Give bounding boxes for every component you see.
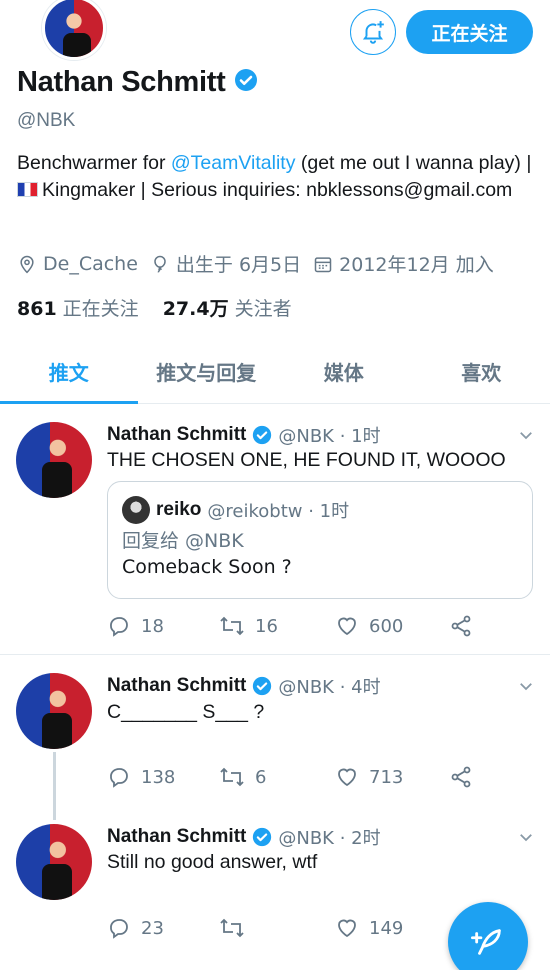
reply-count: 18: [141, 615, 164, 637]
notifications-button[interactable]: [350, 9, 396, 55]
retweet-button[interactable]: [219, 916, 255, 940]
tweet-header: Nathan Schmitt @NBK · 2时: [107, 824, 381, 850]
profile-stats: 861 正在关注 27.4万 关注者: [17, 294, 316, 321]
tweet-item[interactable]: Nathan Schmitt @NBK · 4时 C_______ S___ ?…: [0, 655, 550, 805]
like-count: 713: [369, 766, 404, 788]
tweet-handle-time: @NBK · 1时: [278, 426, 381, 447]
quoted-tweet[interactable]: reiko @reikobtw · 1时 回复给 @NBK Comeback S…: [107, 481, 533, 599]
tweet-text: THE CHOSEN ONE, HE FOUND IT, WOOOO: [107, 449, 506, 471]
verified-badge-icon: [252, 676, 272, 696]
reply-icon: [110, 617, 128, 637]
quote-handle-time: @reikobtw · 1时: [207, 501, 350, 522]
compose-icon: [471, 929, 501, 955]
reply-count: 138: [141, 766, 176, 788]
bio-prefix: Benchwarmer for: [17, 152, 171, 174]
tweet-actions: 138 6 713: [107, 765, 527, 795]
share-icon: [451, 766, 471, 788]
retweet-button[interactable]: 16: [219, 614, 278, 638]
profile-handle: @NBK: [17, 110, 76, 131]
tab-likes[interactable]: 喜欢: [413, 340, 550, 403]
share-icon: [451, 615, 471, 637]
profile-name: Nathan Schmitt: [17, 66, 226, 98]
tweet-header: Nathan Schmitt @NBK · 4时: [107, 673, 381, 699]
reply-button[interactable]: 138: [107, 765, 175, 789]
tweet-author-name: Nathan Schmitt: [107, 675, 247, 696]
reply-icon: [110, 919, 128, 939]
tab-media[interactable]: 媒体: [275, 340, 413, 403]
tab-tweets[interactable]: 推文: [0, 340, 138, 404]
reply-button[interactable]: 18: [107, 614, 164, 638]
quote-avatar: [122, 496, 150, 524]
birthday-item: 出生于 6月5日: [150, 250, 301, 277]
like-icon: [338, 919, 356, 938]
location-item: De_Cache: [17, 253, 138, 275]
like-button[interactable]: 149: [335, 916, 403, 940]
chevron-down-icon[interactable]: [517, 828, 535, 846]
like-count: 600: [369, 615, 404, 637]
following-button[interactable]: 正在关注: [406, 10, 533, 54]
share-button[interactable]: [449, 765, 483, 789]
followers-count: 27.4万: [162, 298, 229, 320]
bio-suffix: Kingmaker | Serious inquiries: nbklesson…: [42, 179, 513, 201]
retweet-icon: [220, 616, 244, 636]
following-stat[interactable]: 861 正在关注: [17, 294, 139, 321]
retweet-icon: [220, 918, 244, 938]
joined-text: 2012年12月 加入: [339, 254, 494, 276]
joined-item: 2012年12月 加入: [313, 250, 494, 277]
verified-badge-icon: [234, 68, 258, 97]
tweet-actions: 18 16 600: [107, 614, 527, 644]
tweet-handle-time: @NBK · 4时: [278, 677, 381, 698]
tweet-author-name: Nathan Schmitt: [107, 826, 247, 847]
profile-meta: De_Cache 出生于 6月5日 2012年12月 加入: [17, 250, 506, 277]
tweet-author-name: Nathan Schmitt: [107, 424, 247, 445]
profile-tabs: 推文 推文与回复 媒体 喜欢: [0, 340, 550, 404]
profile-avatar[interactable]: [42, 0, 106, 60]
balloon-icon: [154, 255, 166, 272]
retweet-count: 16: [255, 615, 278, 637]
like-icon: [338, 768, 356, 787]
share-button[interactable]: [449, 614, 483, 638]
location-text: De_Cache: [43, 252, 138, 275]
following-label: 正在关注: [62, 298, 139, 320]
tab-tweets-replies[interactable]: 推文与回复: [138, 340, 276, 403]
like-count: 149: [369, 917, 404, 939]
profile-name-row: Nathan Schmitt: [17, 66, 258, 99]
calendar-icon: [314, 256, 332, 272]
retweet-count: 6: [255, 766, 267, 788]
quote-header: reiko @reikobtw · 1时: [122, 496, 349, 524]
birthday-text: 出生于 6月5日: [175, 254, 302, 276]
like-icon: [338, 617, 356, 636]
retweet-icon: [220, 767, 244, 787]
followers-label: 关注者: [234, 298, 292, 320]
profile-bio: Benchwarmer for @TeamVitality (get me ou…: [17, 150, 537, 204]
tweet-item[interactable]: Nathan Schmitt @NBK · 1时 THE CHOSEN ONE,…: [0, 404, 550, 654]
chevron-down-icon[interactable]: [517, 677, 535, 695]
bio-team-link[interactable]: @TeamVitality: [171, 152, 296, 174]
following-count: 861: [17, 298, 57, 320]
retweet-button[interactable]: 6: [219, 765, 266, 789]
tweet-avatar[interactable]: [16, 673, 92, 749]
bell-plus-icon: [362, 21, 384, 44]
like-button[interactable]: 713: [335, 765, 403, 789]
followers-stat[interactable]: 27.4万 关注者: [163, 294, 292, 321]
quote-text: Comeback Soon ?: [122, 556, 292, 578]
tweet-header: Nathan Schmitt @NBK · 1时: [107, 422, 381, 448]
tweet-avatar[interactable]: [16, 824, 92, 900]
tweet-text: C_______ S___ ?: [107, 701, 265, 723]
quote-reply-to: 回复给 @NBK: [122, 530, 244, 552]
tweet-text: Still no good answer, wtf: [107, 851, 318, 873]
chevron-down-icon[interactable]: [517, 426, 535, 444]
verified-badge-icon: [252, 425, 272, 445]
bio-mid: (get me out I wanna play) |: [295, 152, 532, 174]
tweet-avatar[interactable]: [16, 422, 92, 498]
reply-count: 23: [141, 917, 164, 939]
verified-badge-icon: [252, 827, 272, 847]
location-icon: [20, 255, 34, 273]
tweet-handle-time: @NBK · 2时: [278, 828, 381, 849]
reply-button[interactable]: 23: [107, 916, 164, 940]
reply-icon: [110, 768, 128, 788]
quote-author-name: reiko: [156, 499, 202, 520]
like-button[interactable]: 600: [335, 614, 403, 638]
france-flag-icon: [17, 182, 38, 197]
